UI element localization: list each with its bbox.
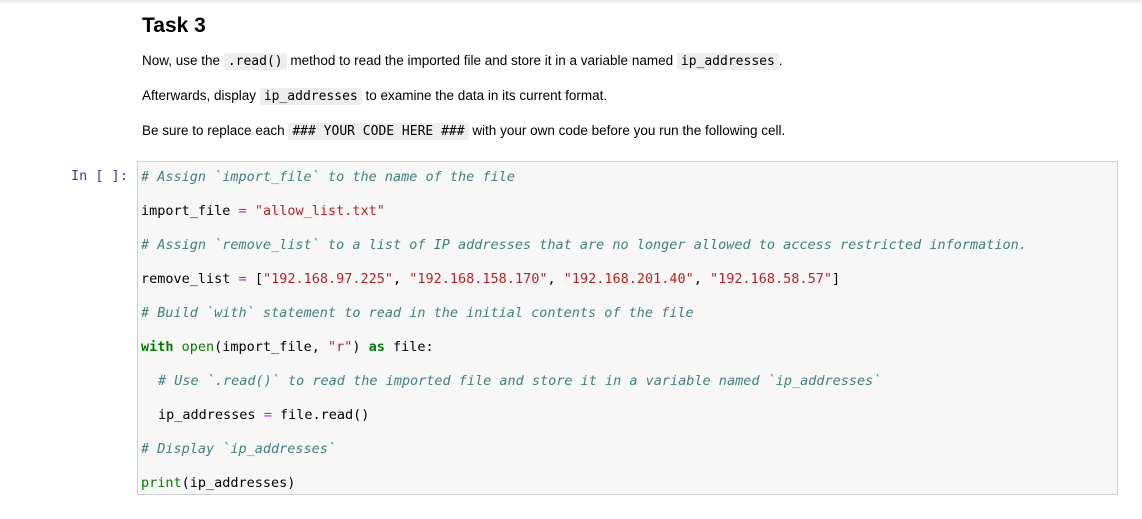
list-separator: , <box>693 271 711 287</box>
string-filename: "allow_list.txt" <box>254 203 385 219</box>
code-comment-import-file: # Assign `import_file` to the name of th… <box>141 169 515 185</box>
cell-prompt: In [ ]: <box>71 168 128 184</box>
keyword-as: as <box>368 339 385 355</box>
string-ip-4: "192.168.58.57" <box>710 271 832 287</box>
code-comment-display: # Display `ip_addresses` <box>141 441 337 457</box>
keyword-with: with <box>141 339 174 355</box>
inline-code-read: .read() <box>223 53 287 70</box>
file-read-call: file.read() <box>279 407 370 423</box>
p2-text-before: Afterwards, display <box>142 88 257 103</box>
task-title: Task 3 <box>142 14 206 37</box>
inline-code-ip-addresses: ip_addresses <box>676 53 779 70</box>
string-ip-3: "192.168.201.40" <box>563 271 694 287</box>
code-line-remove-list: remove_list = ["192.168.97.225", "192.16… <box>141 269 840 289</box>
code-line-with-open: with open(import_file, "r") as file: <box>141 337 434 357</box>
p3-text-after: with your own code before you run the fo… <box>472 123 786 138</box>
top-shadow <box>0 0 1142 5</box>
code-line-read: ip_addresses = file.read() <box>158 405 369 425</box>
bracket-close: ] <box>831 271 841 287</box>
p1-text-before: Now, use the <box>142 53 221 68</box>
instruction-paragraph-3: Be sure to replace each ### YOUR CODE HE… <box>142 121 785 142</box>
p1-text-after: . <box>778 53 783 68</box>
operator-equals: = <box>263 407 272 423</box>
string-ip-2: "192.168.158.170" <box>409 271 548 287</box>
p3-text-before: Be sure to replace each <box>142 123 285 138</box>
markdown-cell[interactable]: Task 3 Now, use the .read() method to re… <box>142 12 1122 140</box>
inline-code-placeholder: ### YOUR CODE HERE ### <box>288 123 469 140</box>
list-separator: , <box>393 271 410 287</box>
code-comment-remove-list: # Assign `remove_list` to a list of IP a… <box>141 237 1027 253</box>
code-line-import-file: import_file = "allow_list.txt" <box>141 201 385 221</box>
instruction-paragraph-1: Now, use the .read() method to read the … <box>142 51 783 72</box>
bracket-open: [ <box>254 271 263 287</box>
operator-equals: = <box>238 271 247 287</box>
p1-text-middle: method to read the imported file and sto… <box>290 53 674 68</box>
file-alias: file: <box>384 339 434 355</box>
code-comment-with: # Build `with` statement to read in the … <box>141 305 694 321</box>
print-args: (ip_addresses) <box>181 475 296 491</box>
var-remove-list: remove_list <box>141 271 231 287</box>
code-cell-editor[interactable]: # Assign `import_file` to the name of th… <box>137 161 1118 495</box>
open-args: (import_file, <box>214 339 328 355</box>
instruction-paragraph-2: Afterwards, display ip_addresses to exam… <box>142 86 607 107</box>
string-ip-1: "192.168.97.225" <box>262 271 394 287</box>
code-line-print: print(ip_addresses) <box>141 473 295 493</box>
operator-equals: = <box>238 203 247 219</box>
var-import-file: import_file <box>141 203 231 219</box>
string-mode: "r" <box>327 339 353 355</box>
list-separator: , <box>547 271 564 287</box>
open-args-end: ) <box>352 339 369 355</box>
inline-code-ip-addresses-2: ip_addresses <box>259 88 362 105</box>
builtin-open: open <box>181 339 215 355</box>
p2-text-after: to examine the data in its current forma… <box>365 88 608 103</box>
var-ip-addresses: ip_addresses <box>158 407 256 423</box>
code-comment-read: # Use `.read()` to read the imported fil… <box>158 373 882 389</box>
builtin-print: print <box>141 475 182 491</box>
